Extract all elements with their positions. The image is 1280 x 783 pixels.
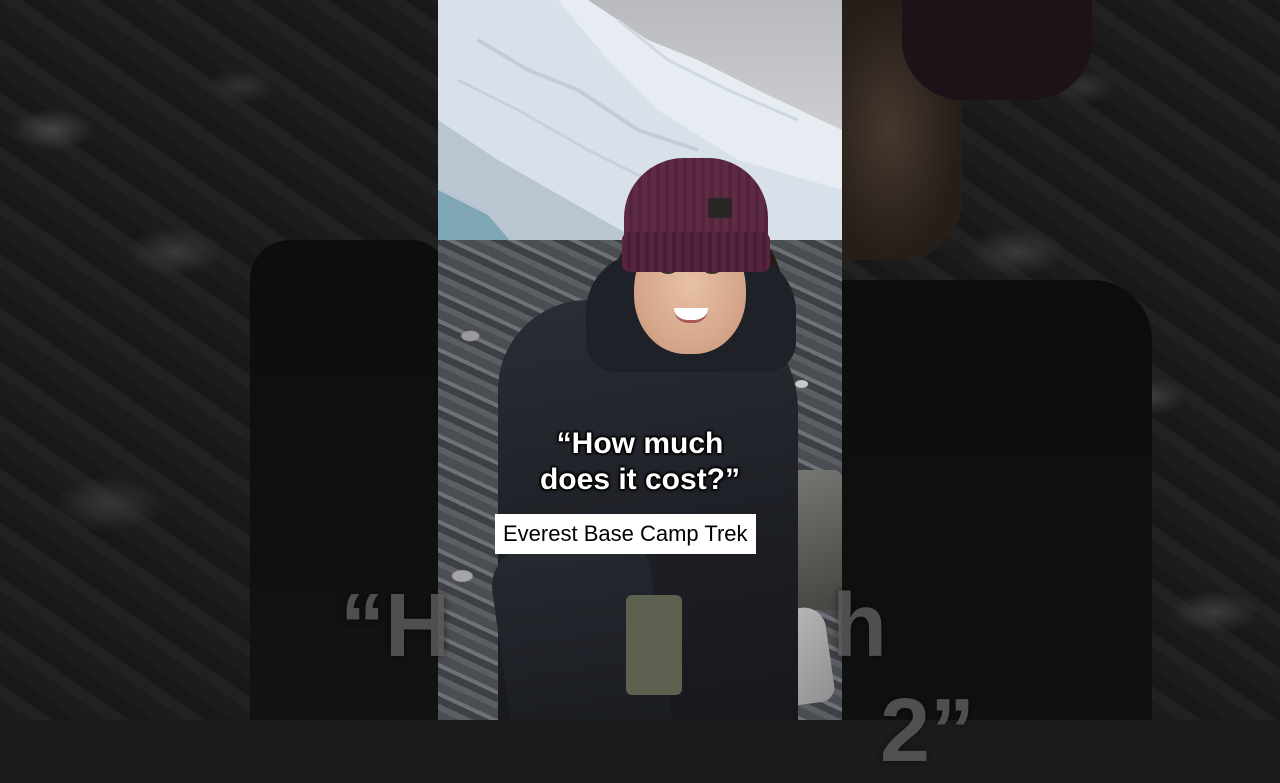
selfie-photo	[438, 0, 842, 720]
title-label: Everest Base Camp Trek	[495, 514, 756, 554]
blurred-jacket	[842, 280, 1152, 720]
beanie-label-patch	[708, 198, 732, 218]
smile	[674, 307, 708, 323]
quote-line-2: does it cost?”	[539, 463, 741, 496]
blurred-beanie	[902, 0, 1092, 100]
beanie-cuff	[622, 232, 770, 272]
blurred-face	[842, 0, 962, 260]
blurred-background-right	[842, 0, 1280, 720]
olive-pants	[626, 595, 682, 695]
blurred-caption-right: h	[832, 576, 887, 676]
quote-line-1: “How much	[556, 427, 724, 460]
blurred-caption-left: “H	[340, 576, 450, 676]
quote-caption: “How much does it cost?”	[438, 426, 842, 498]
blurred-caption-right-bottom: 2”	[880, 681, 976, 781]
